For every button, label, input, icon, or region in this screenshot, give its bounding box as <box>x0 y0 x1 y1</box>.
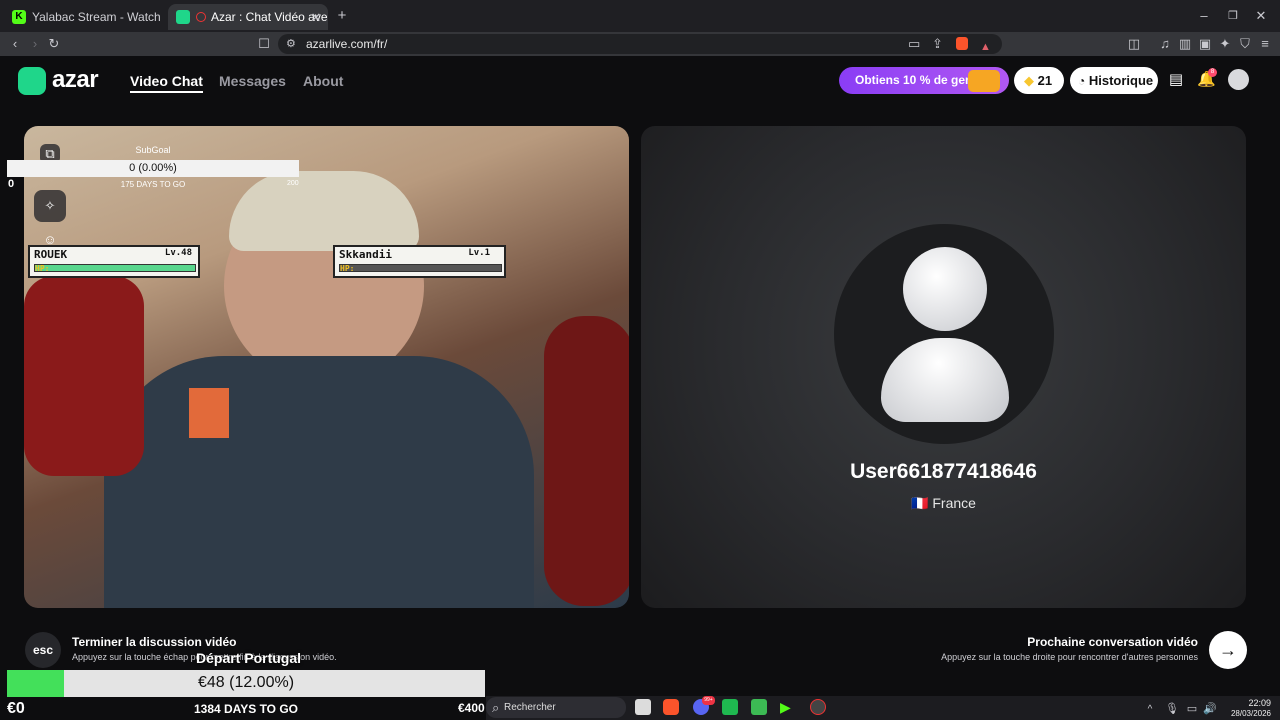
brave-taskbar-icon[interactable] <box>663 699 679 715</box>
share-icon[interactable]: ⇪ <box>932 36 943 52</box>
player2-name: Skkandii <box>339 248 392 261</box>
subgoal-days: 175 DAYS TO GO <box>120 180 186 189</box>
green-app-icon[interactable] <box>722 699 738 715</box>
brave-shield-icon[interactable] <box>956 37 968 50</box>
history-button[interactable]: ◔ Historique <box>1070 67 1158 94</box>
clock-time[interactable]: 22:09 <box>1223 698 1271 708</box>
notification-badge: 8 <box>1208 68 1217 77</box>
sidebar-icon[interactable]: ▥ <box>1178 36 1192 52</box>
player1-name: ROUEK <box>34 248 68 261</box>
end-chat-title: Terminer la discussion vidéo <box>72 635 237 649</box>
search-placeholder: Rechercher <box>504 702 556 713</box>
recording-icon <box>196 12 206 22</box>
microphone-icon[interactable]: 🎙 <box>1165 701 1179 717</box>
url-text: azarlive.com/fr/ <box>306 37 388 51</box>
streamer-shirt <box>104 356 534 608</box>
default-avatar-icon <box>903 247 987 331</box>
chevron-up-icon[interactable]: ^ <box>1144 702 1156 718</box>
discord-badge: 99+ <box>702 696 715 705</box>
subgoal-value: 0 (0.00%) <box>129 162 177 174</box>
pixel-sprite <box>189 388 229 438</box>
goal-target: €400 <box>458 701 485 715</box>
task-view-icon[interactable] <box>635 699 651 715</box>
gem-icon: ◆ <box>1024 73 1034 88</box>
forward-icon[interactable]: › <box>28 36 42 52</box>
nav-video-chat[interactable]: Video Chat <box>130 73 203 93</box>
restore-icon[interactable]: ❐ <box>1226 8 1240 24</box>
new-tab-button[interactable]: + <box>335 8 349 24</box>
hp-label: HP: <box>340 264 355 273</box>
obs-icon[interactable] <box>810 699 826 715</box>
next-chat-title: Prochaine conversation vidéo <box>1027 635 1198 649</box>
profile-avatar[interactable] <box>1228 69 1249 90</box>
country-name: France <box>932 495 976 511</box>
next-chat-button[interactable]: → <box>1209 631 1247 669</box>
self-video <box>24 126 629 608</box>
player2-hp-track <box>339 264 502 272</box>
gems-button[interactable]: ◆ 21 <box>1014 67 1064 94</box>
subgoal-bar: 0 (0.00%) <box>7 160 299 177</box>
reload-icon[interactable]: ↻ <box>47 36 61 52</box>
subgoal-target: 200 <box>287 180 299 187</box>
nav-messages[interactable]: Messages <box>219 73 286 89</box>
store-icon[interactable]: ▤ <box>1167 72 1185 88</box>
player1-hp-track <box>34 264 196 272</box>
volume-icon[interactable]: 🔊 <box>1203 701 1217 717</box>
effects-wand-icon[interactable]: ✧ <box>34 190 66 222</box>
brave-rewards-icon[interactable]: ▲ <box>980 37 991 57</box>
france-flag-icon: 🇫🇷 <box>911 495 929 511</box>
cast-icon[interactable]: ▭ <box>908 36 920 52</box>
address-bar[interactable]: ⚙ azarlive.com/fr/ ▭ ⇪ ▲ <box>278 34 1002 54</box>
goal-days: 1384 DAYS TO GO <box>193 702 299 716</box>
screenshot-icon[interactable]: ◫ <box>1127 36 1141 52</box>
network-icon[interactable]: ▭ <box>1185 701 1199 717</box>
search-icon: ⌕ <box>492 700 500 715</box>
taskbar-search[interactable]: ⌕ Rechercher <box>486 697 626 718</box>
kick-taskbar-icon[interactable]: ▶ <box>780 699 796 715</box>
player2-level: Lv.1 <box>468 248 490 258</box>
background-person-left <box>24 276 144 476</box>
close-tab-icon[interactable]: ✕ <box>310 10 322 26</box>
kick-icon: K <box>12 10 26 24</box>
gems-count: 21 <box>1037 73 1053 88</box>
treasure-chest-icon <box>968 70 1000 92</box>
goal-value: €48 (12.00%) <box>197 674 295 691</box>
partner-username: User661877418646 <box>850 460 1037 483</box>
azar-logo[interactable]: azar <box>52 66 99 94</box>
azar-favicon-icon <box>176 10 190 24</box>
subgoal-title: SubGoal <box>135 145 171 155</box>
tab-label: Yalabac Stream - Watch Live on Kick <box>32 10 164 24</box>
next-chat-hint: Appuyez sur la touche droite pour rencon… <box>941 652 1198 662</box>
azar-logo-icon[interactable] <box>18 67 46 95</box>
partner-country: 🇫🇷 France <box>641 495 1246 512</box>
goal-title: Départ Portugal <box>196 650 302 666</box>
player2-hp-box: Skkandii Lv.1 HP: <box>333 245 506 278</box>
hp-label: HP: <box>35 264 50 273</box>
background-person-right <box>544 316 629 606</box>
back-icon[interactable]: ‹ <box>8 36 22 52</box>
clock-date[interactable]: 28/03/2026 <box>1223 709 1271 718</box>
bookmark-icon[interactable]: ☐ <box>257 36 271 52</box>
player1-level: Lv.48 <box>164 248 192 258</box>
history-label: Historique <box>1088 73 1154 88</box>
player1-hp-fill <box>35 265 195 271</box>
vpn-icon[interactable]: ⛉ <box>1238 36 1252 52</box>
leo-ai-icon[interactable]: ✦ <box>1218 36 1232 52</box>
music-icon[interactable]: ♫ <box>1158 36 1172 52</box>
wallet-icon[interactable]: ▣ <box>1198 36 1212 52</box>
tab-azar[interactable]: Azar : Chat Vidéo avec de nou <box>168 4 328 30</box>
nav-about[interactable]: About <box>303 73 343 89</box>
close-window-icon[interactable]: ✕ <box>1254 8 1268 24</box>
app-icon[interactable] <box>751 699 767 715</box>
player1-hp-box: ROUEK Lv.48 HP: <box>28 245 200 278</box>
site-info-icon[interactable]: ⚙ <box>286 36 296 52</box>
end-chat-button[interactable]: esc <box>25 632 61 668</box>
minimize-icon[interactable]: – <box>1197 8 1211 24</box>
tab-kick-stream[interactable]: K Yalabac Stream - Watch Live on Kick <box>4 4 164 30</box>
clock-icon: ◔ <box>1078 74 1086 88</box>
menu-icon[interactable]: ≡ <box>1258 36 1272 52</box>
